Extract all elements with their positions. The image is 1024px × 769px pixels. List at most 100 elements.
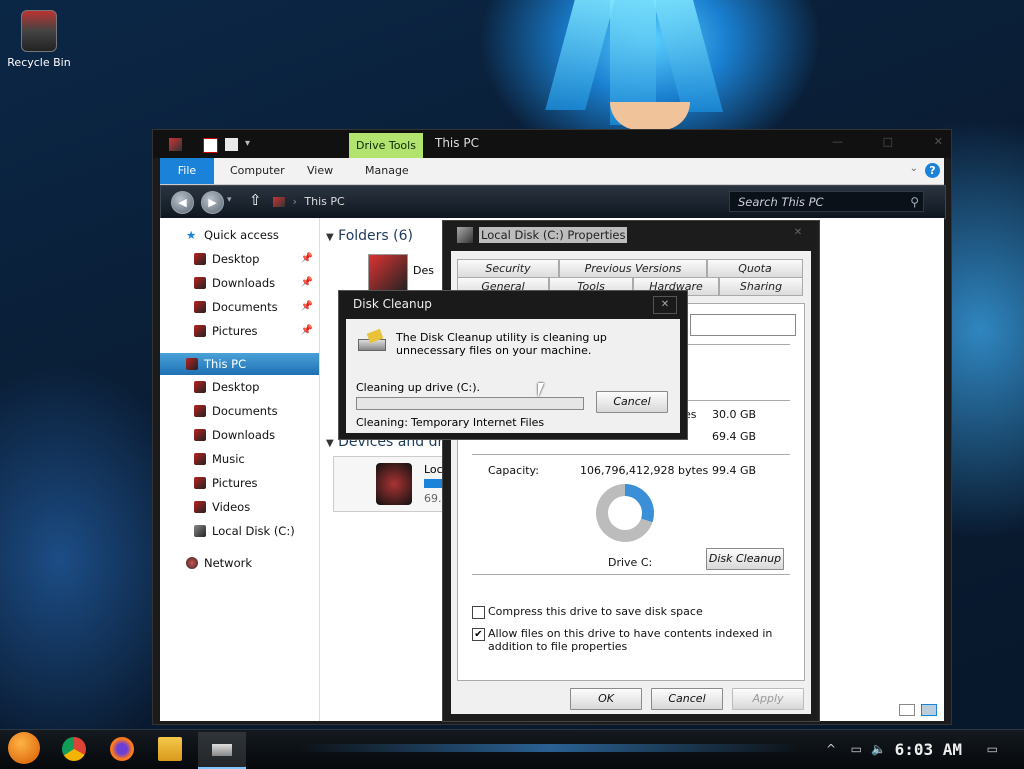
index-checkbox[interactable]: ✔ — [472, 628, 485, 641]
properties-icon[interactable] — [203, 138, 218, 153]
tab-manage[interactable]: Manage — [365, 158, 409, 184]
cleanup-message: The Disk Cleanup utility is cleaning up … — [396, 331, 607, 357]
breadcrumb: This PC — [304, 195, 345, 208]
close-icon[interactable]: ✕ — [789, 227, 807, 241]
pin-icon[interactable]: 📌 — [301, 296, 313, 318]
customize-quick-access-icon[interactable]: ▾ — [245, 138, 258, 151]
nav-label: Desktop — [212, 252, 260, 266]
search-icon: ⚲ — [910, 195, 919, 209]
navigation-pane: ★ Quick access Desktop 📌 Downloads 📌 Doc… — [160, 218, 320, 721]
tab-computer[interactable]: Computer — [230, 158, 285, 184]
ribbon-expand-chevron-icon[interactable]: ⌄ — [910, 163, 918, 174]
forward-button[interactable]: ▶ — [201, 191, 224, 214]
search-input[interactable]: Search This PC ⚲ — [729, 191, 924, 212]
tab-view[interactable]: View — [307, 158, 333, 184]
close-button[interactable]: ✕ — [934, 135, 943, 148]
address-field[interactable]: › This PC — [273, 191, 713, 212]
drive-tile[interactable]: Loca 69. — [333, 456, 455, 512]
wallpaper-art — [652, 0, 724, 112]
nav-label: Desktop — [212, 380, 260, 394]
search-placeholder: Search This PC — [738, 195, 824, 209]
ok-button[interactable]: OK — [570, 688, 642, 710]
dialog-body: The Disk Cleanup utility is cleaning up … — [346, 319, 680, 433]
star-icon: ★ — [186, 228, 197, 242]
disk-cleanup-button[interactable]: Disk Cleanup — [706, 548, 784, 570]
collapse-chevron-icon: ▼ — [326, 438, 334, 449]
cancel-button[interactable]: Cancel — [651, 688, 723, 710]
apply-button[interactable]: Apply — [732, 688, 804, 710]
drive-tools-tab[interactable]: Drive Tools — [349, 133, 423, 158]
desktop-icon — [194, 253, 206, 265]
pin-icon[interactable]: 📌 — [301, 272, 313, 294]
pin-icon[interactable]: 📌 — [301, 320, 313, 342]
nav-item-videos[interactable]: Videos — [160, 496, 319, 518]
chrome-icon[interactable] — [62, 737, 86, 761]
nav-label: Downloads — [212, 276, 276, 290]
nav-label: Music — [212, 452, 245, 466]
disk-cleanup-icon — [212, 744, 232, 756]
wallpaper-art — [545, 0, 615, 110]
start-button[interactable] — [8, 732, 40, 764]
close-icon[interactable]: ✕ — [653, 296, 677, 314]
nav-item-desktop[interactable]: Desktop 📌 — [160, 248, 319, 270]
nav-this-pc[interactable]: This PC — [160, 353, 319, 375]
nav-label: Documents — [212, 404, 278, 418]
drive-size-label: 69. — [424, 492, 442, 505]
desktop-folder-icon[interactable] — [368, 254, 408, 292]
folder-label[interactable]: Des — [413, 264, 434, 277]
nav-network[interactable]: Network — [160, 552, 319, 574]
nav-item-pictures[interactable]: Pictures — [160, 472, 319, 494]
nav-item-pictures[interactable]: Pictures 📌 — [160, 320, 319, 342]
new-folder-icon[interactable] — [225, 138, 238, 151]
nav-item-desktop[interactable]: Desktop — [160, 376, 319, 398]
help-icon[interactable]: ? — [925, 163, 940, 178]
drive-label-input[interactable] — [690, 314, 796, 336]
nav-item-music[interactable]: Music — [160, 448, 319, 470]
documents-icon — [194, 301, 206, 313]
cancel-cleanup-button[interactable]: Cancel — [596, 391, 668, 413]
disk-cleanup-task[interactable] — [198, 732, 246, 769]
show-hidden-icons-icon[interactable]: ^ — [826, 742, 836, 756]
tab-sharing[interactable]: Sharing — [719, 277, 803, 296]
mouse-cursor-icon — [538, 383, 550, 397]
folders-group-header[interactable]: ▼ Folders (6) — [326, 228, 413, 244]
tab-previous-versions[interactable]: Previous Versions — [559, 259, 707, 278]
back-button[interactable]: ◀ — [171, 191, 194, 214]
firefox-icon[interactable] — [110, 737, 134, 761]
compress-checkbox[interactable] — [472, 606, 485, 619]
nav-item-downloads[interactable]: Downloads — [160, 424, 319, 446]
compress-label: Compress this drive to save disk space — [488, 605, 703, 618]
tab-file[interactable]: File — [160, 158, 214, 184]
videos-icon — [194, 501, 206, 513]
maximize-button[interactable]: □ — [883, 135, 893, 148]
nav-label: This PC — [204, 357, 247, 371]
cleaning-item: Temporary Internet Files — [411, 416, 545, 429]
free-space-size: 69.4 GB — [712, 430, 757, 443]
file-explorer-icon[interactable] — [158, 737, 182, 761]
minimize-button[interactable]: — — [832, 135, 843, 148]
clock[interactable]: 6:03 AM — [895, 740, 962, 759]
details-view-icon[interactable] — [899, 704, 915, 716]
network-tray-icon[interactable]: ▭ — [851, 742, 862, 756]
tab-quota[interactable]: Quota — [707, 259, 803, 278]
nav-item-documents[interactable]: Documents 📌 — [160, 296, 319, 318]
capacity-size: 99.4 GB — [712, 464, 757, 477]
recycle-bin[interactable]: Recycle Bin — [6, 10, 72, 69]
this-pc-icon — [169, 138, 182, 151]
pin-icon[interactable]: 📌 — [301, 248, 313, 270]
nav-item-downloads[interactable]: Downloads 📌 — [160, 272, 319, 294]
up-button[interactable]: ⇧ — [249, 191, 262, 209]
desktop-icon — [194, 381, 206, 393]
dialog-title: Local Disk (C:) Properties — [479, 227, 628, 243]
this-pc-icon — [186, 358, 198, 370]
large-icons-view-icon[interactable] — [921, 704, 937, 716]
nav-item-local-disk[interactable]: Local Disk (C:) — [160, 520, 319, 542]
notifications-icon[interactable]: ▭ — [987, 742, 998, 756]
capacity-label: Capacity: — [488, 464, 539, 477]
tab-security[interactable]: Security — [457, 259, 559, 278]
nav-quick-access[interactable]: ★ Quick access — [160, 224, 319, 246]
volume-icon[interactable]: 🔈 — [871, 742, 886, 756]
nav-item-documents[interactable]: Documents — [160, 400, 319, 422]
used-space-size: 30.0 GB — [712, 408, 757, 421]
recent-locations-icon[interactable]: ▾ — [227, 195, 232, 205]
